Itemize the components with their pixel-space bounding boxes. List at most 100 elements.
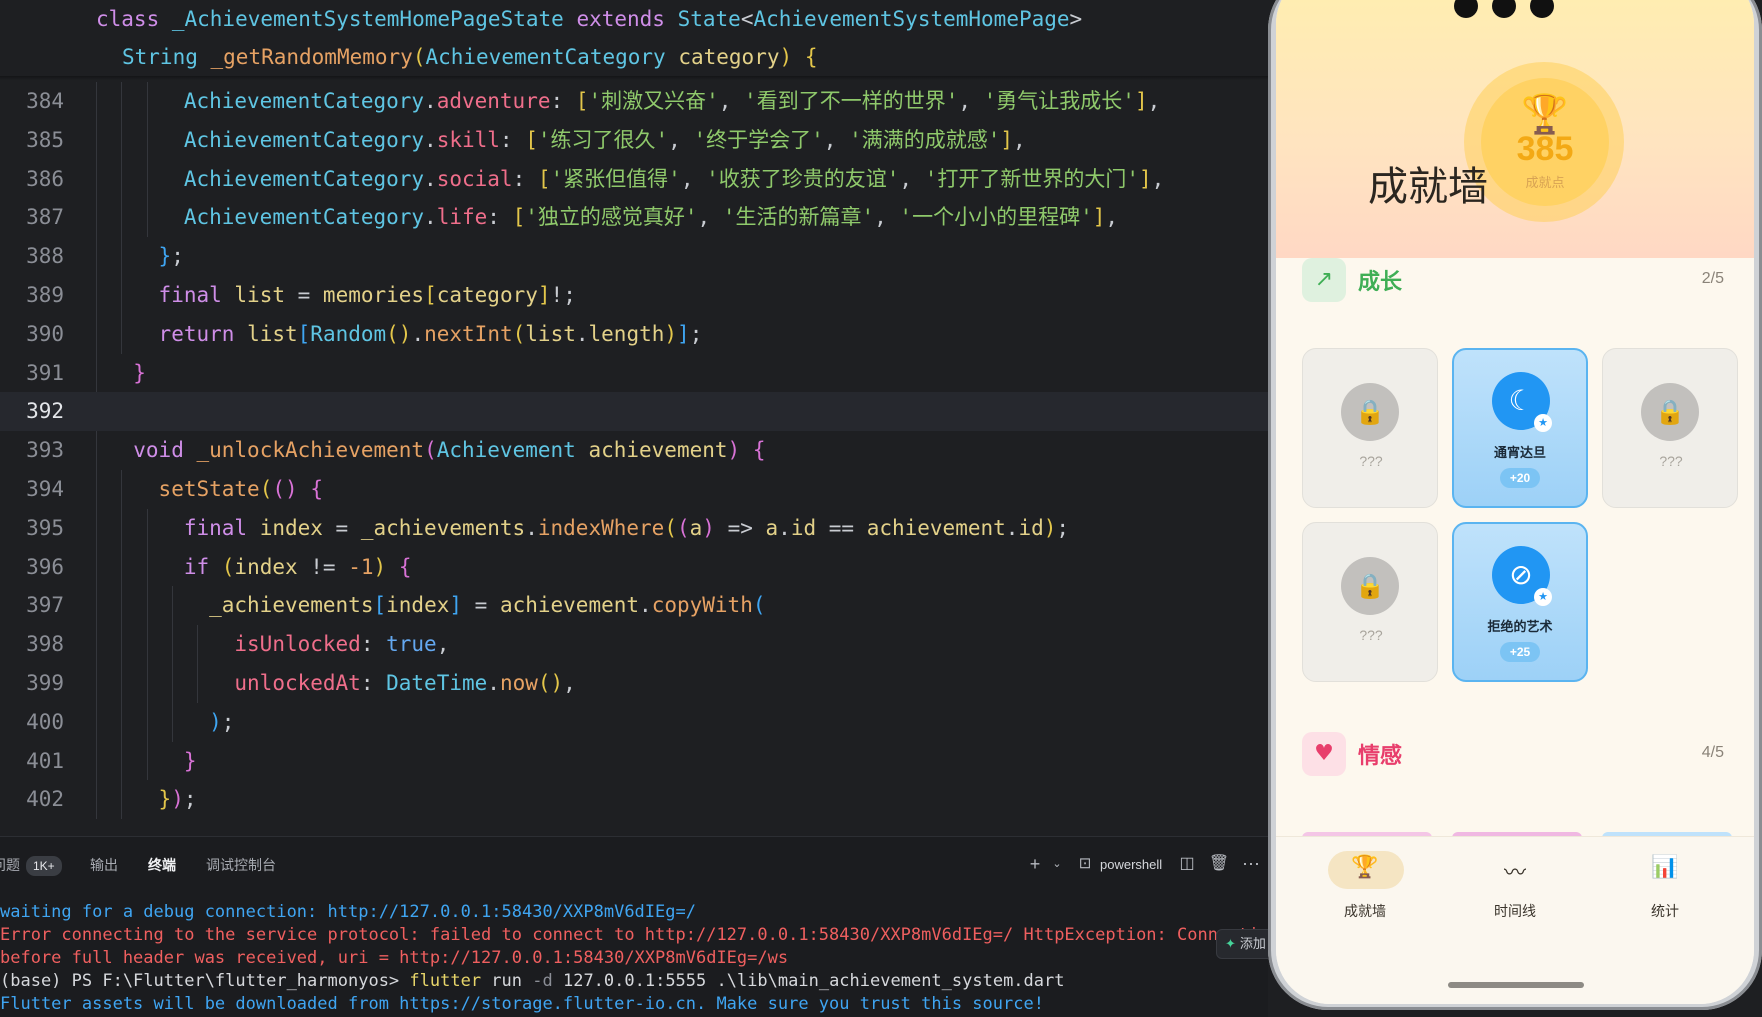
sticky-scroll-class[interactable]: class _AchievementSystemHomePageState ex… xyxy=(0,0,1268,38)
stats-icon: 📊 xyxy=(1651,855,1679,880)
category-header-growth[interactable]: ↗ 成长 2/5 xyxy=(1302,258,1738,304)
code-line[interactable]: 388}; xyxy=(0,237,1268,276)
line-number[interactable]: 396 xyxy=(0,548,64,587)
code-text: AchievementCategory.social: ['紧张但值得', '收… xyxy=(183,166,1165,191)
code-line[interactable]: 387 AchievementCategory.life: ['独立的感觉真好',… xyxy=(0,198,1268,238)
panel-tab-bar: 问题1K+ 输出 终端 调试控制台 + ⌄ ⊡ powershell ◫ 🗑 ⋯ xyxy=(0,837,1268,893)
achievement-card-locked[interactable]: 🔒 ??? xyxy=(1602,348,1738,508)
code-line[interactable]: 400); xyxy=(0,702,1268,742)
more-icon[interactable]: ⋯ xyxy=(1240,853,1262,875)
code-line[interactable]: 386 AchievementCategory.social: ['紧张但值得',… xyxy=(0,159,1268,199)
code-line[interactable]: 396 if (index != -1) { xyxy=(0,547,1268,587)
category-name: 成长 xyxy=(1358,269,1403,294)
achievement-card-unlocked[interactable]: ☾ ★ 通宵达旦 +20 xyxy=(1452,348,1588,508)
indent-guide xyxy=(171,625,173,664)
code-line[interactable]: 389 final list = memories[category]!; xyxy=(0,276,1268,315)
code-line[interactable]: 390 return list[Random().nextInt(list.len… xyxy=(0,314,1268,354)
code-editor[interactable]: class _AchievementSystemHomePageState ex… xyxy=(0,0,1268,836)
line-number[interactable]: 394 xyxy=(0,470,64,509)
line-number[interactable]: 399 xyxy=(0,664,64,703)
add-chat-chip[interactable]: ✦ 添加 xyxy=(1216,929,1276,959)
line-number[interactable]: 390 xyxy=(0,315,64,354)
new-terminal-icon[interactable]: + xyxy=(1024,853,1046,875)
tab-debug-console[interactable]: 调试控制台 xyxy=(206,853,276,877)
terminal-panel: 问题1K+ 输出 终端 调试控制台 + ⌄ ⊡ powershell ◫ 🗑 ⋯… xyxy=(0,836,1276,1017)
sticky-scroll-method[interactable]: String _getRandomMemory(AchievementCateg… xyxy=(0,38,1268,76)
line-number[interactable]: 397 xyxy=(0,586,64,625)
code-line[interactable]: 401} xyxy=(0,741,1268,781)
home-indicator[interactable] xyxy=(1448,982,1584,988)
code-line[interactable]: 391} xyxy=(0,353,1268,393)
line-number[interactable]: 385 xyxy=(0,121,64,160)
line-number[interactable]: 389 xyxy=(0,276,64,315)
terminal-output[interactable]: waiting for a debug connection: http://1… xyxy=(0,901,1268,1016)
achievement-points: +25 xyxy=(1500,642,1540,662)
code-line[interactable]: 384 AchievementCategory.adventure: ['刺激又兴… xyxy=(0,82,1268,121)
indent-guide xyxy=(96,276,97,315)
terminal-icon: ⊡ xyxy=(1078,855,1092,872)
line-number[interactable]: 395 xyxy=(0,509,64,548)
shell-name[interactable]: powershell xyxy=(1100,853,1162,877)
indent-guide xyxy=(121,702,123,742)
code-text: if (index != -1) { xyxy=(183,554,412,579)
tab-terminal[interactable]: 终端 xyxy=(142,849,182,881)
locked-label: ??? xyxy=(1359,627,1383,643)
indent-guide xyxy=(171,702,173,742)
indent-guide xyxy=(96,159,97,199)
indent-guide xyxy=(146,159,148,199)
code-line[interactable]: 393 void _unlockAchievement(Achievement a… xyxy=(0,431,1268,470)
code-text: isUnlocked: true, xyxy=(234,632,450,657)
code-line[interactable]: 398 isUnlocked: true, xyxy=(0,625,1268,664)
nav-item-wall[interactable]: 🏆 成就墙 xyxy=(1290,851,1440,941)
tab-problems[interactable]: 问题1K+ xyxy=(0,853,62,877)
indent-guide xyxy=(121,508,123,548)
nav-item-timeline[interactable]: 〰 时间线 xyxy=(1440,851,1590,941)
score-label: 成就点 xyxy=(1525,175,1565,190)
code-line[interactable]: 402}); xyxy=(0,780,1268,820)
achievement-name: 拒绝的艺术 xyxy=(1487,619,1553,634)
tab-output[interactable]: 输出 xyxy=(90,853,118,877)
chevron-down-icon[interactable]: ⌄ xyxy=(1046,853,1068,875)
moon-off-icon: ☾ ★ xyxy=(1492,372,1552,432)
achievement-card-locked[interactable]: 🔒 ??? xyxy=(1302,348,1438,508)
category-header-emotion[interactable]: ♥ 情感 4/5 xyxy=(1302,732,1738,778)
code-line[interactable]: 394 setState(() { xyxy=(0,470,1268,509)
nav-item-stats[interactable]: 📊 统计 xyxy=(1590,851,1740,941)
code-line[interactable]: 392 xyxy=(0,392,1268,432)
code-text: return list[Random().nextInt(list.length… xyxy=(158,321,703,346)
line-number[interactable]: 386 xyxy=(0,160,64,199)
line-number[interactable]: 387 xyxy=(0,198,64,237)
indent-guide xyxy=(121,780,123,820)
line-number[interactable]: 393 xyxy=(0,431,64,470)
line-number[interactable]: 384 xyxy=(0,82,64,121)
lock-icon: 🔒 xyxy=(1341,383,1399,441)
indent-guide xyxy=(121,470,123,509)
code-line[interactable]: 399 unlockedAt: DateTime.now(), xyxy=(0,664,1268,703)
indent-guide xyxy=(121,625,123,664)
timeline-icon: 〰 xyxy=(1503,861,1526,886)
line-number[interactable]: 402 xyxy=(0,780,64,819)
hero-header: 🏆 385 成就点 成就墙 xyxy=(1276,0,1754,258)
code-line[interactable]: 385 AchievementCategory.skill: ['练习了很久', … xyxy=(0,120,1268,160)
indent-guide xyxy=(197,664,199,703)
achievement-card-unlocked[interactable]: ⊘ ★ 拒绝的艺术 +25 xyxy=(1452,522,1588,682)
line-number[interactable]: 392 xyxy=(0,392,64,431)
line-number[interactable]: 388 xyxy=(0,237,64,276)
split-terminal-icon[interactable]: ◫ xyxy=(1176,853,1198,875)
line-number[interactable]: 398 xyxy=(0,625,64,664)
code-line[interactable]: 397 _achievements[index] = achievement.co… xyxy=(0,586,1268,626)
code-text: } xyxy=(133,360,146,385)
trash-icon[interactable]: 🗑 xyxy=(1208,853,1230,875)
code-line[interactable]: 395 final index = _achievements.indexWher… xyxy=(0,508,1268,548)
indent-guide xyxy=(121,741,123,781)
indent-guide xyxy=(96,586,97,626)
achievement-card-locked[interactable]: 🔒 ??? xyxy=(1302,522,1438,682)
line-number[interactable]: 401 xyxy=(0,742,64,781)
line-number[interactable]: 400 xyxy=(0,703,64,742)
indent-guide xyxy=(96,741,97,781)
indent-guide xyxy=(146,120,148,160)
line-number[interactable]: 391 xyxy=(0,354,64,393)
indent-guide xyxy=(121,82,123,121)
code-text: AchievementCategory.adventure: ['刺激又兴奋',… xyxy=(183,89,1161,113)
terminal-line: Flutter assets will be downloaded from h… xyxy=(0,994,1044,1014)
